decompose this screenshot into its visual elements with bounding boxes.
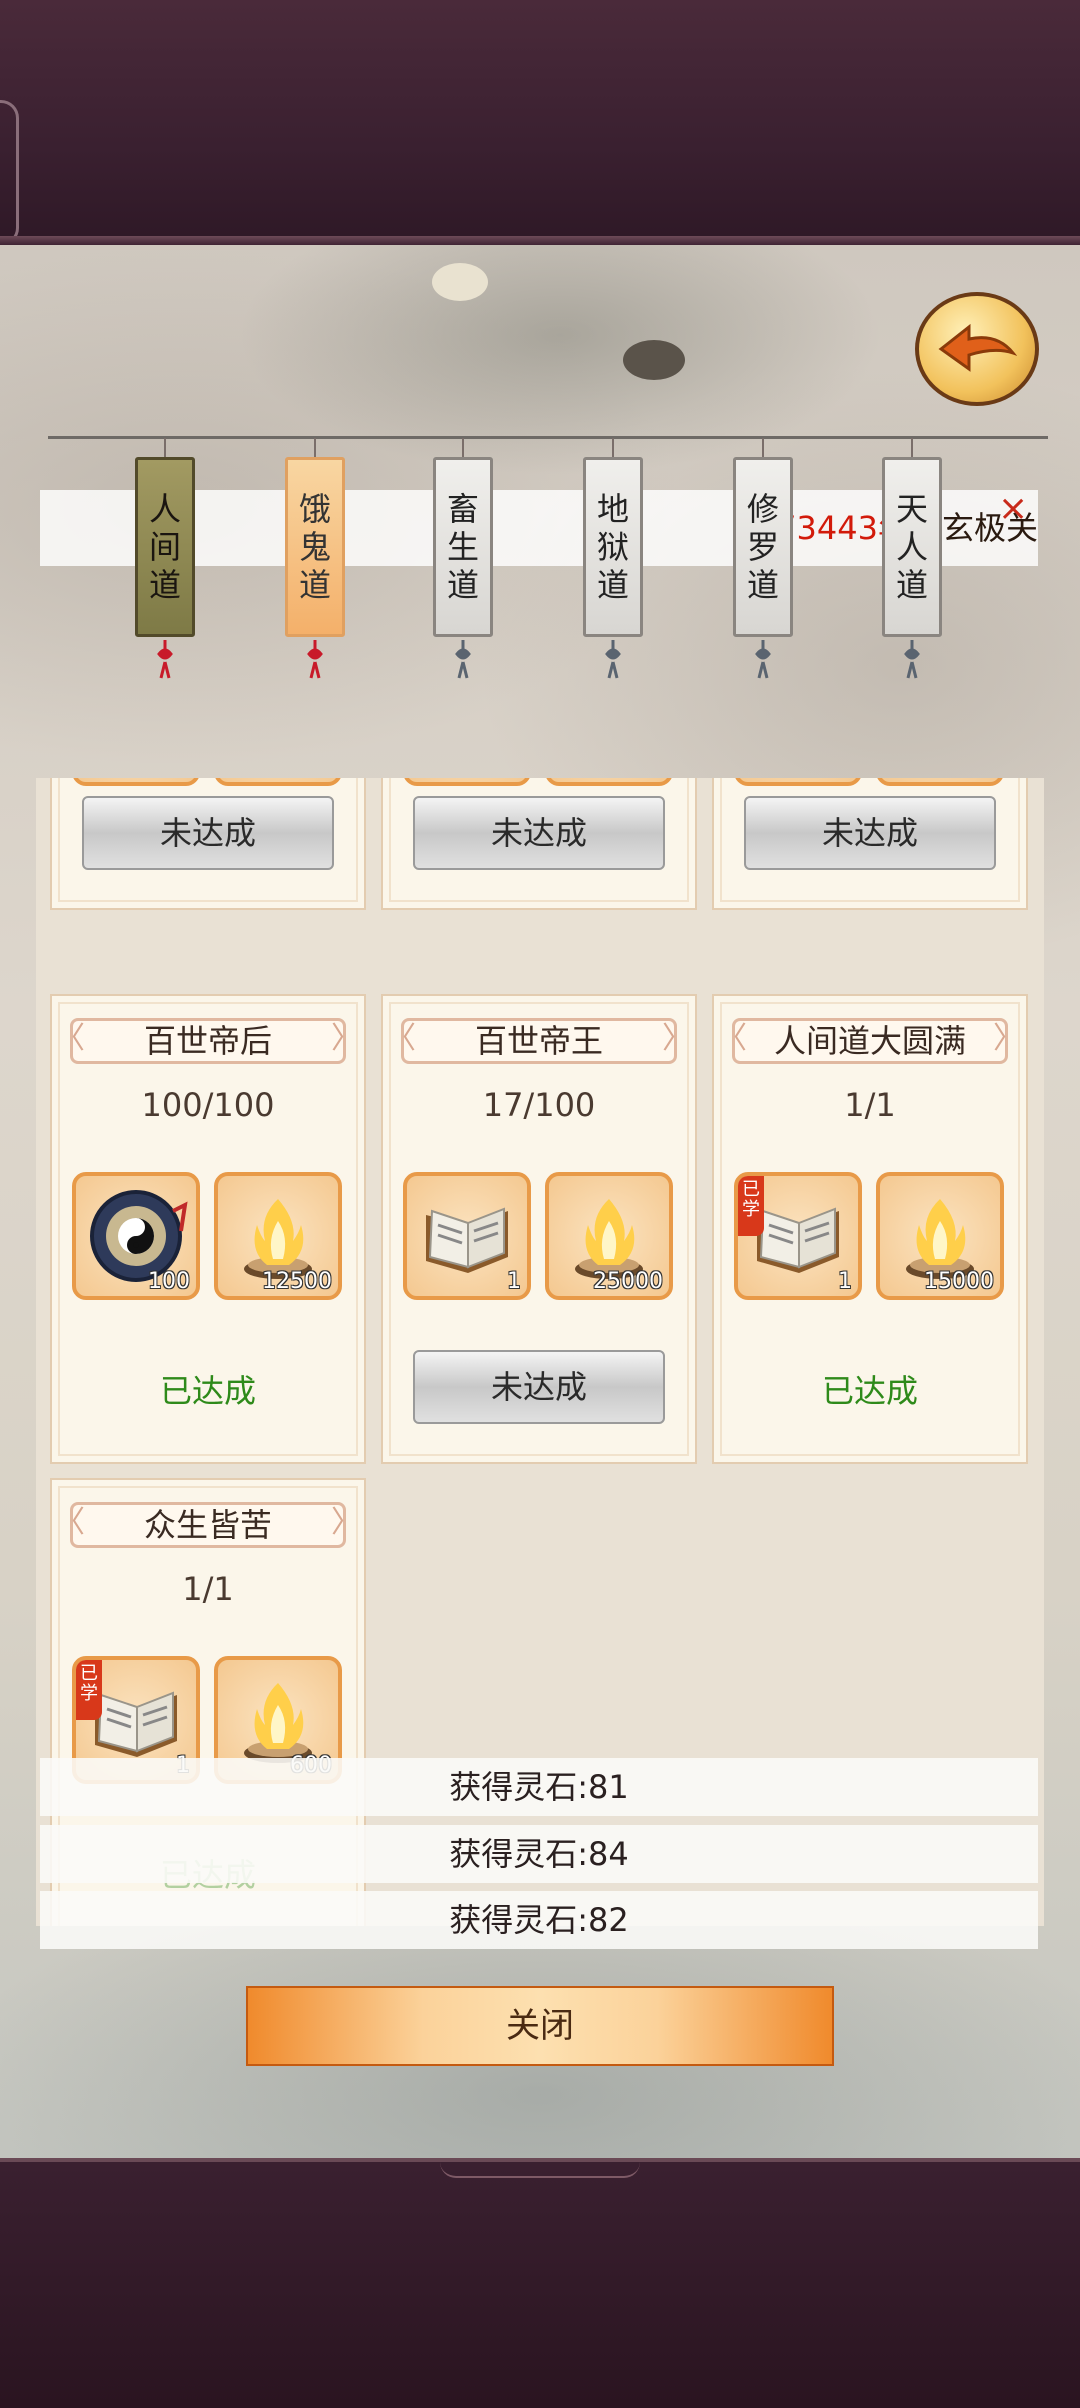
achievement-progress: 17/100 — [482, 1086, 596, 1124]
status-button[interactable]: 未达成 — [413, 796, 665, 870]
realm-tab-char: 饿 — [298, 490, 331, 528]
realm-tab-char: 狱 — [596, 528, 629, 566]
realm-tab-char: 修 — [746, 490, 779, 528]
bottom-ornament — [440, 2162, 640, 2178]
reward-slot[interactable]: 25000 — [545, 1172, 673, 1300]
realm-tab-1[interactable]: 饿鬼道 — [285, 457, 345, 637]
realm-tab-char: 人 — [148, 490, 181, 528]
reward-slot[interactable]: 100 — [72, 1172, 200, 1300]
reward-quantity: 15000 — [924, 1269, 994, 1294]
realm-tab-char: 畜 — [446, 490, 479, 528]
tassel-icon — [305, 640, 325, 680]
achievement-title: 人间道大圆满 — [717, 1018, 1023, 1064]
realm-tab-char: 间 — [148, 528, 181, 566]
reward-quantity: 7500 — [938, 778, 994, 780]
reward-quantity: 6000 — [276, 778, 332, 780]
realm-tab-char: 道 — [596, 566, 629, 604]
side-tab[interactable] — [0, 100, 19, 246]
realm-tab-char: 生 — [446, 528, 479, 566]
realm-tab-char: 道 — [895, 566, 928, 604]
reward-quantity: 50 — [162, 778, 190, 780]
treasure-icon[interactable]: 50 — [72, 778, 200, 786]
close-button[interactable]: 关闭 — [246, 1986, 834, 2066]
skill-book-icon — [412, 1181, 522, 1291]
coins-icon[interactable]: 6000 — [214, 778, 342, 786]
realm-tab-2[interactable]: 畜生道 — [433, 457, 493, 637]
reward-quantity: 7500 — [607, 778, 663, 780]
achievement-progress: 1/1 — [844, 1086, 896, 1124]
achievement-card: 百世帝王 17/100 1 25000 未达成 — [381, 994, 697, 1464]
reward-quantity: 12500 — [262, 1269, 332, 1294]
coins-icon[interactable]: 7500 — [876, 778, 1004, 786]
achieved-status: 已达成 — [821, 1372, 918, 1410]
realm-tab-3[interactable]: 地狱道 — [583, 457, 643, 637]
learned-badge: 已学 — [76, 1660, 102, 1720]
taiji-dark-orb — [623, 340, 685, 380]
realm-tab-4[interactable]: 修罗道 — [733, 457, 793, 637]
tassel-icon — [155, 640, 175, 680]
reward-quantity: 1 — [838, 1269, 852, 1294]
treasure-icon[interactable]: 75 — [734, 778, 862, 786]
tassel-icon — [603, 640, 623, 680]
realm-tab-char: 道 — [298, 566, 331, 604]
tag-rope — [48, 436, 1048, 439]
achievement-title: 百世帝后 — [55, 1018, 361, 1064]
tassel-icon — [453, 640, 473, 680]
realm-tab-char: 鬼 — [298, 528, 331, 566]
taiji-light-orb — [432, 263, 488, 301]
coins-icon[interactable]: 7500 — [545, 778, 673, 786]
reward-quantity: 1 — [507, 1269, 521, 1294]
tag-string — [314, 438, 316, 458]
reward-toast: 获得灵石:82 — [40, 1891, 1038, 1949]
reward-slot[interactable]: 15000 — [876, 1172, 1004, 1300]
realm-tab-char: 罗 — [746, 528, 779, 566]
reward-quantity: 25000 — [593, 1269, 663, 1294]
bottom-bar — [0, 2162, 1080, 2408]
realm-tab-0[interactable]: 人间道 — [135, 457, 195, 637]
achievement-card: 百世帝后 100/100 100 12500 已达成 — [50, 994, 366, 1464]
back-arrow-icon — [938, 323, 1017, 372]
tag-string — [164, 438, 166, 458]
realm-tab-char: 地 — [596, 490, 629, 528]
tassel-icon — [902, 640, 922, 680]
achievement-title: 百世帝王 — [386, 1018, 692, 1064]
reward-slot[interactable]: 1 — [403, 1172, 531, 1300]
reward-toast: 获得灵石:84 — [40, 1825, 1038, 1883]
reward-slot[interactable]: 已学 1 — [734, 1172, 862, 1300]
achievement-card: 50 6000 未达成 — [50, 778, 366, 910]
reward-quantity: 100 — [148, 1269, 190, 1294]
back-button[interactable] — [915, 292, 1039, 406]
reward-toast: 获得灵石:81 — [40, 1758, 1038, 1816]
tag-string — [612, 438, 614, 458]
tag-string — [911, 438, 913, 458]
tag-string — [762, 438, 764, 458]
realm-tab-5[interactable]: 天人道 — [882, 457, 942, 637]
achieved-status: 已达成 — [159, 1372, 256, 1410]
top-bar — [0, 0, 1080, 245]
realm-tab-char: 天 — [895, 490, 928, 528]
reward-slot[interactable]: 12500 — [214, 1172, 342, 1300]
achievement-card: 75 7500 未达成 — [381, 778, 697, 910]
status-button[interactable]: 未达成 — [744, 796, 996, 870]
status-button[interactable]: 未达成 — [82, 796, 334, 870]
achievement-title: 众生皆苦 — [55, 1502, 361, 1548]
close-icon[interactable]: × — [998, 488, 1028, 529]
tag-string — [462, 438, 464, 458]
achievement-panel[interactable]: 506000未达成757500未达成757500未达成百世帝后100/10010… — [36, 778, 1044, 1926]
realm-tab-char: 道 — [446, 566, 479, 604]
tassel-icon — [753, 640, 773, 680]
realm-tab-char: 人 — [895, 528, 928, 566]
realm-tab-char: 道 — [148, 566, 181, 604]
achievement-card: 75 7500 未达成 — [712, 778, 1028, 910]
reward-quantity: 75 — [824, 778, 852, 780]
treasure-icon[interactable]: 75 — [403, 778, 531, 786]
achievement-card: 人间道大圆满 1/1 已学 1 15000 已达成 — [712, 994, 1028, 1464]
status-button[interactable]: 未达成 — [413, 1350, 665, 1424]
achievement-progress: 100/100 — [141, 1086, 275, 1124]
learned-badge: 已学 — [738, 1176, 764, 1236]
reward-quantity: 75 — [493, 778, 521, 780]
achievement-progress: 1/1 — [182, 1570, 234, 1608]
realm-tab-char: 道 — [746, 566, 779, 604]
